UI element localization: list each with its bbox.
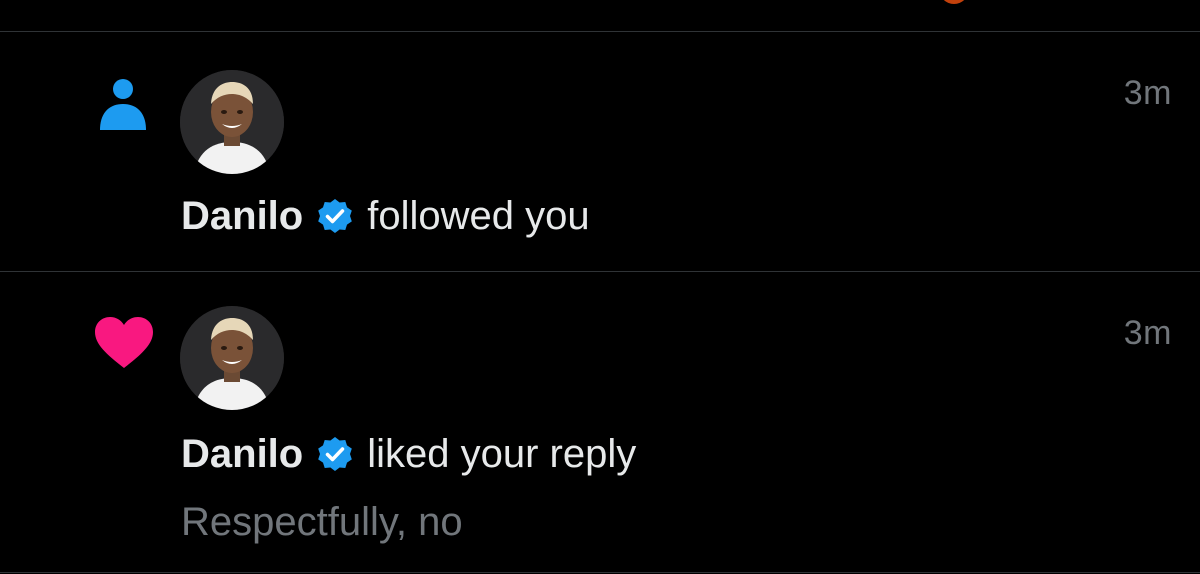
action-text: followed you bbox=[367, 194, 590, 238]
divider bbox=[0, 572, 1200, 573]
notification-like[interactable]: 3m Danilo liked your reply Respectfully,… bbox=[0, 272, 1200, 574]
notification-text: Danilo followed you bbox=[181, 194, 590, 239]
action-text: liked your reply bbox=[367, 432, 637, 476]
reply-preview[interactable]: Respectfully, no bbox=[181, 500, 463, 545]
timestamp: 3m bbox=[1123, 314, 1172, 352]
person-follow-icon bbox=[92, 72, 156, 132]
verified-badge-icon bbox=[315, 197, 355, 237]
avatar[interactable] bbox=[180, 306, 284, 410]
user-name[interactable]: Danilo bbox=[181, 194, 303, 239]
timestamp: 3m bbox=[1123, 74, 1172, 112]
notification-text: Danilo liked your reply bbox=[181, 432, 636, 477]
partial-avatar bbox=[939, 0, 969, 4]
verified-badge-icon bbox=[315, 435, 355, 475]
avatar[interactable] bbox=[180, 70, 284, 174]
previous-notification-edge bbox=[0, 0, 1200, 31]
user-name[interactable]: Danilo bbox=[181, 432, 303, 477]
notification-follow[interactable]: 3m Danilo followed you bbox=[0, 32, 1200, 271]
heart-like-icon bbox=[92, 312, 156, 372]
